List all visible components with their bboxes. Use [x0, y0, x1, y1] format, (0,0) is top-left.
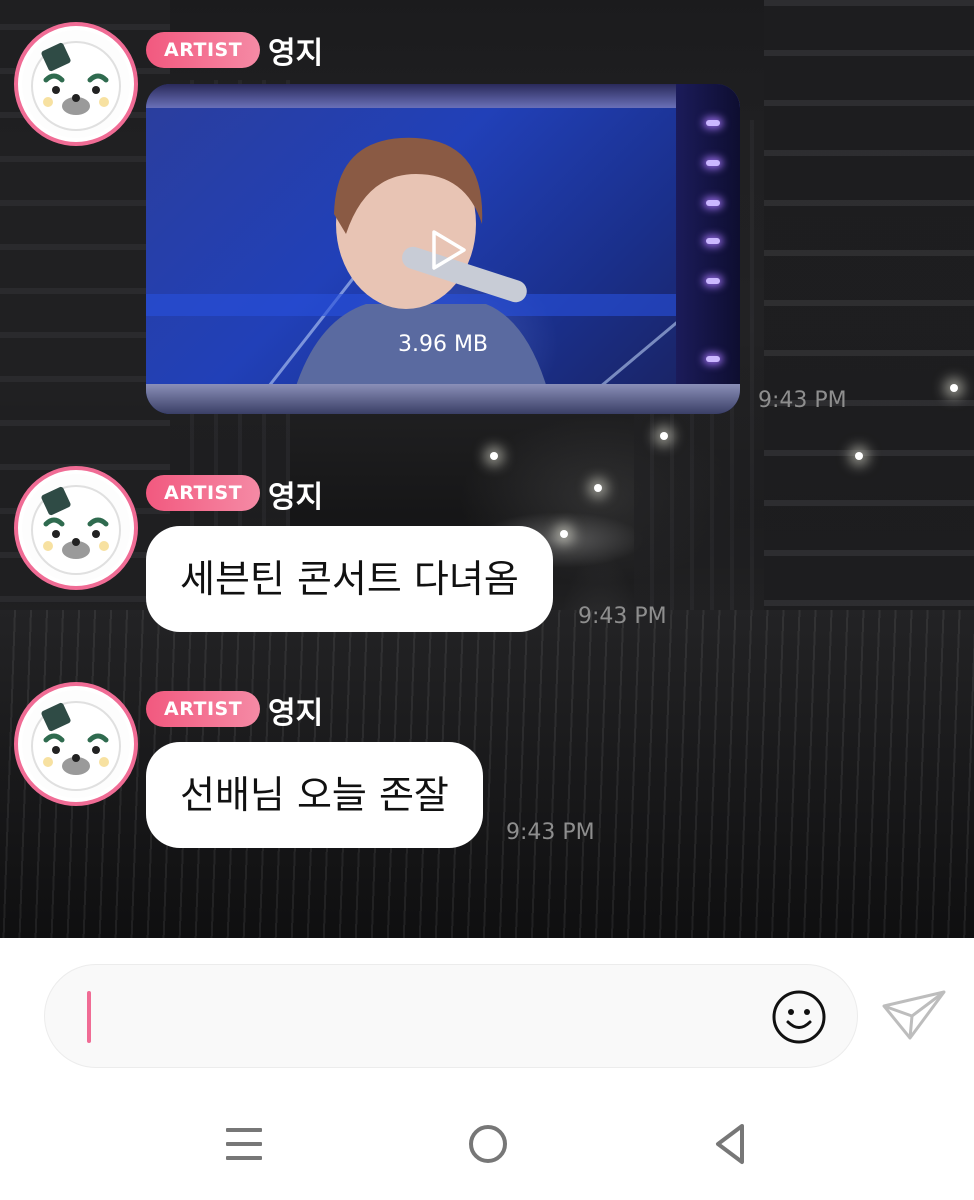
artist-badge: ARTIST — [146, 475, 261, 511]
menu-lines-icon[interactable] — [222, 1122, 266, 1166]
video-thumbnail-led — [706, 200, 720, 206]
video-thumbnail-led — [706, 278, 720, 284]
video-file-size: 3.96 MB — [397, 332, 489, 357]
artist-badge: ARTIST — [146, 32, 261, 68]
background-street-light — [490, 452, 498, 460]
message-timestamp: 9:43 PM — [758, 388, 847, 413]
chat-background: ARTIST 영지 3.96 MB 9:43 PM ARTIST 영지 세븐틴 … — [0, 0, 974, 938]
system-navigation-bar — [0, 1078, 974, 1200]
video-thumbnail-singer — [288, 137, 554, 414]
message-bubble[interactable]: 세븐틴 콘서트 다녀옴 — [146, 526, 553, 632]
composer-bar — [0, 938, 974, 1078]
sender-name: 영지 — [268, 480, 324, 515]
background-street-light — [855, 452, 863, 460]
message-timestamp: 9:43 PM — [578, 604, 667, 629]
rice-ball-mascot-icon — [31, 485, 121, 575]
smiley-icon[interactable] — [771, 989, 827, 1045]
avatar[interactable] — [14, 466, 138, 590]
message-bubble[interactable]: 선배님 오늘 존잘 — [146, 742, 483, 848]
background-street-light — [660, 432, 668, 440]
artist-badge: ARTIST — [146, 691, 261, 727]
home-circle-icon[interactable] — [466, 1122, 510, 1166]
background-street-light — [950, 384, 958, 392]
rice-ball-mascot-icon — [31, 701, 121, 791]
video-thumbnail-led — [706, 238, 720, 244]
paper-plane-icon[interactable] — [880, 986, 950, 1042]
back-triangle-icon[interactable] — [708, 1122, 752, 1166]
background-street-light — [560, 530, 568, 538]
message-input-container[interactable] — [44, 964, 858, 1068]
video-thumbnail-frame — [146, 84, 740, 108]
video-thumbnail-led — [706, 120, 720, 126]
play-icon[interactable] — [426, 228, 470, 272]
avatar[interactable] — [14, 22, 138, 146]
message-input[interactable] — [97, 985, 757, 1049]
sender-name: 영지 — [268, 696, 324, 731]
video-thumbnail-stage — [146, 384, 740, 414]
text-caret — [87, 991, 91, 1043]
message-timestamp: 9:43 PM — [506, 820, 595, 845]
rice-ball-mascot-icon — [31, 41, 121, 131]
sender-name: 영지 — [268, 36, 324, 71]
background-street-light — [594, 484, 602, 492]
avatar[interactable] — [14, 682, 138, 806]
video-thumbnail-frame — [676, 84, 740, 414]
video-thumbnail-led — [706, 160, 720, 166]
background-building-right — [764, 0, 974, 650]
video-attachment[interactable]: 3.96 MB — [146, 84, 740, 414]
